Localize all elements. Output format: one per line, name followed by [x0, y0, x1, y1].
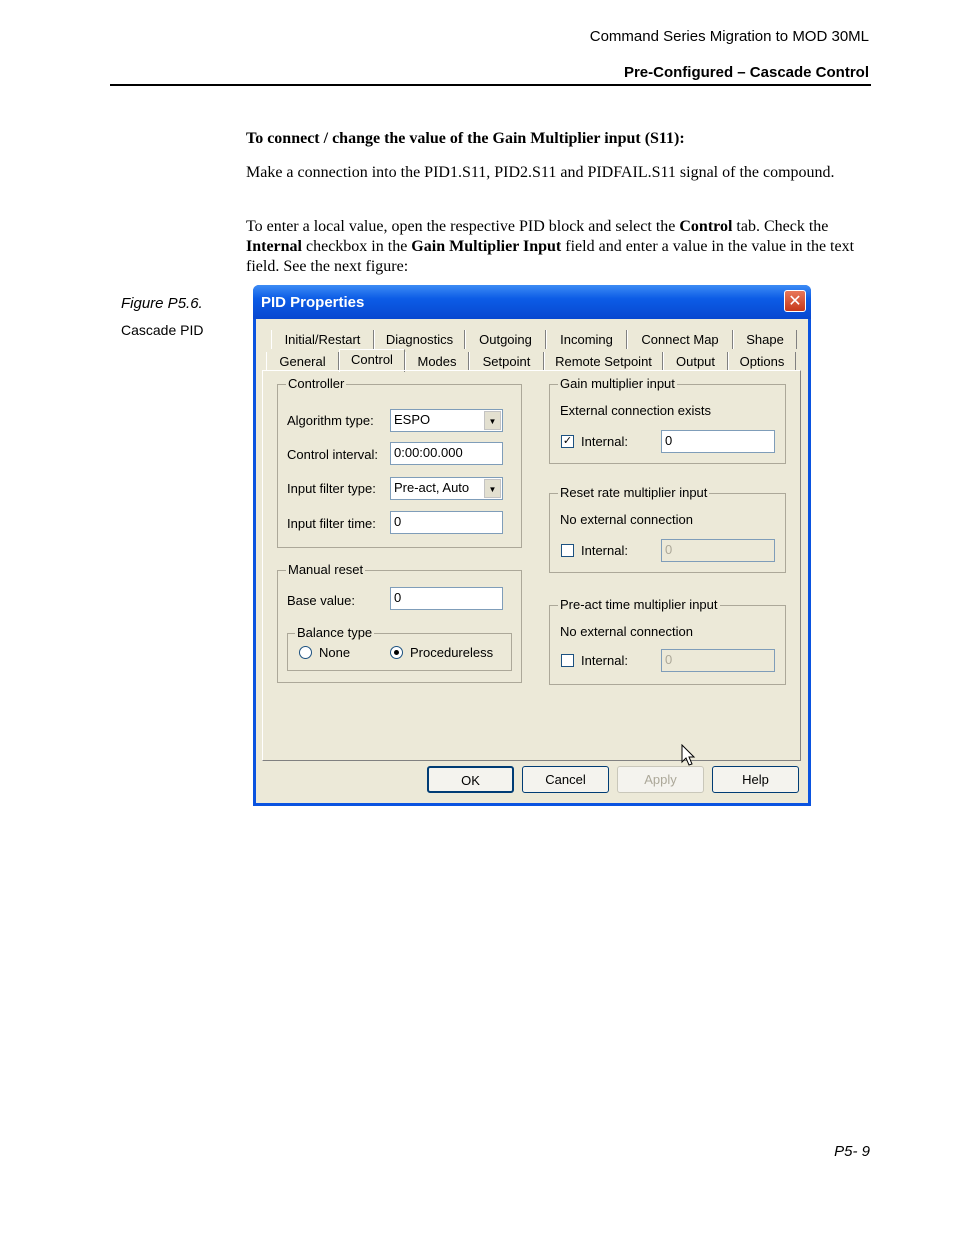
tab-diagnostics[interactable]: Diagnostics	[374, 330, 465, 349]
chevron-down-icon[interactable]: ▼	[484, 479, 501, 498]
radio-procedureless-label: Procedureless	[410, 645, 494, 660]
apply-button: Apply	[617, 766, 704, 793]
help-button[interactable]: Help	[712, 766, 799, 793]
ok-button[interactable]: OK	[427, 766, 514, 793]
control-interval-label: Control interval:	[287, 447, 379, 462]
gain-internal-value-input[interactable]: 0	[661, 430, 775, 453]
tab-setpoint[interactable]: Setpoint	[469, 352, 544, 371]
radio-selected-dot	[394, 650, 399, 655]
page-number: P5- 9	[834, 1143, 870, 1160]
figure-caption: Cascade PID	[121, 322, 204, 338]
reset-rate-internal-checkbox[interactable]	[561, 544, 574, 557]
reset-rate-internal-label: Internal:	[581, 543, 628, 558]
gain-multiplier-group: Gain multiplier input External connectio…	[549, 376, 786, 464]
preact-internal-checkbox[interactable]	[561, 654, 574, 667]
tab-modes[interactable]: Modes	[405, 352, 469, 371]
tab-shape[interactable]: Shape	[733, 330, 797, 349]
reset-rate-title: Reset rate multiplier input	[558, 485, 710, 500]
tab-outgoing[interactable]: Outgoing	[465, 330, 546, 349]
algorithm-type-label: Algorithm type:	[287, 413, 374, 428]
paragraph-connection: Make a connection into the PID1.S11, PID…	[246, 164, 835, 181]
control-interval-input[interactable]: 0:00:00.000	[390, 442, 503, 465]
radio-procedureless[interactable]	[390, 646, 403, 659]
preact-value-input: 0	[661, 649, 775, 672]
reset-rate-status: No external connection	[560, 512, 693, 527]
input-filter-time-label: Input filter time:	[287, 516, 376, 531]
input-filter-time-input[interactable]: 0	[390, 511, 503, 534]
pid-properties-dialog: PID Properties ✕ Initial/Restart Diagnos…	[253, 285, 811, 806]
dialog-titlebar: PID Properties ✕	[253, 285, 811, 319]
control-tab-panel: Controller Algorithm type: ESPO ▼ Control…	[262, 370, 801, 761]
doc-title: Command Series Migration to MOD 30ML	[589, 28, 869, 45]
balance-type-group: Balance type None Procedureless	[287, 625, 512, 671]
base-value-label: Base value:	[287, 593, 355, 608]
gain-internal-checkbox[interactable]: ✓	[561, 435, 574, 448]
dialog-client: Initial/Restart Diagnostics Outgoing Inc…	[256, 319, 808, 803]
manual-reset-group: Manual reset Base value: 0 Balance type …	[277, 562, 522, 683]
tab-remote-setpoint[interactable]: Remote Setpoint	[544, 352, 663, 371]
tab-options[interactable]: Options	[728, 352, 796, 371]
reset-rate-group: Reset rate multiplier input No external …	[549, 485, 786, 573]
gain-multiplier-title: Gain multiplier input	[558, 376, 677, 391]
controller-group: Controller Algorithm type: ESPO ▼ Control…	[277, 376, 522, 548]
algorithm-type-select[interactable]: ESPO ▼	[390, 409, 503, 432]
section-title: Pre-Configured – Cascade Control	[623, 64, 869, 81]
tab-connect-map[interactable]: Connect Map	[627, 330, 733, 349]
instruction-heading: To connect / change the value of the Gai…	[246, 130, 685, 147]
reset-rate-value-input: 0	[661, 539, 775, 562]
header-rule	[110, 84, 871, 86]
gain-internal-label: Internal:	[581, 434, 628, 449]
dialog-title: PID Properties	[261, 294, 365, 311]
input-filter-type-select[interactable]: Pre-act, Auto ▼	[390, 477, 503, 500]
paragraph-local-value: To enter a local value, open the respect…	[246, 218, 855, 275]
controller-group-title: Controller	[286, 376, 347, 391]
algorithm-type-value: ESPO	[394, 412, 431, 427]
cancel-button[interactable]: Cancel	[522, 766, 609, 793]
preact-internal-label: Internal:	[581, 653, 628, 668]
manual-reset-group-title: Manual reset	[286, 562, 366, 577]
radio-none[interactable]	[299, 646, 312, 659]
tab-initial-restart[interactable]: Initial/Restart	[271, 330, 374, 349]
tab-output[interactable]: Output	[663, 352, 728, 371]
input-filter-type-value: Pre-act, Auto	[394, 480, 470, 495]
balance-type-title: Balance type	[295, 625, 375, 640]
input-filter-type-label: Input filter type:	[287, 481, 376, 496]
preact-time-group: Pre-act time multiplier input No externa…	[549, 597, 786, 685]
gain-status: External connection exists	[560, 403, 712, 418]
tab-general[interactable]: General	[266, 352, 339, 371]
radio-none-label: None	[319, 645, 351, 660]
tab-incoming[interactable]: Incoming	[546, 330, 627, 349]
close-icon[interactable]: ✕	[784, 290, 806, 312]
base-value-input[interactable]: 0	[390, 587, 503, 610]
preact-time-title: Pre-act time multiplier input	[558, 597, 720, 612]
preact-status: No external connection	[560, 624, 693, 639]
mouse-pointer-icon	[681, 744, 696, 766]
tab-control[interactable]: Control	[339, 349, 405, 372]
chevron-down-icon[interactable]: ▼	[484, 411, 501, 430]
figure-label: Figure P5.6.	[121, 295, 203, 312]
